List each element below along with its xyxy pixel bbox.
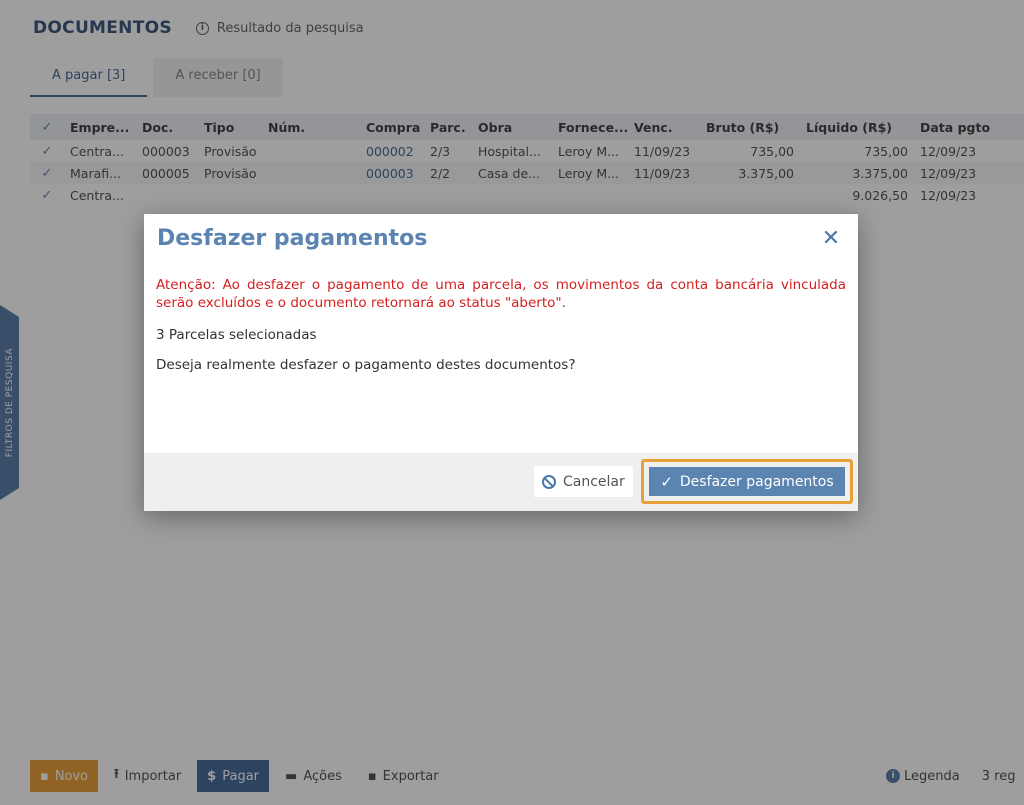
undo-payments-dialog: Desfazer pagamentos ✕ Atenção: Ao desfaz…: [144, 214, 858, 511]
cancel-label: Cancelar: [563, 473, 625, 490]
confirm-label: Desfazer pagamentos: [679, 473, 834, 490]
dialog-body: Atenção: Ao desfazer o pagamento de uma …: [156, 276, 846, 374]
ban-icon: [542, 474, 556, 489]
undo-payments-button[interactable]: ✓ Desfazer pagamentos: [649, 467, 845, 496]
warning-message: Atenção: Ao desfazer o pagamento de uma …: [156, 277, 846, 311]
cancel-button[interactable]: Cancelar: [534, 466, 633, 497]
confirm-highlight: ✓ Desfazer pagamentos: [641, 459, 853, 504]
confirm-question: Deseja realmente desfazer o pagamento de…: [156, 357, 576, 373]
check-icon: ✓: [660, 472, 673, 491]
dialog-title: Desfazer pagamentos: [157, 226, 428, 251]
dialog-footer: Cancelar ✓ Desfazer pagamentos: [144, 453, 858, 511]
close-icon[interactable]: ✕: [820, 228, 842, 250]
selected-count: 3 Parcelas selecionadas: [156, 327, 317, 343]
